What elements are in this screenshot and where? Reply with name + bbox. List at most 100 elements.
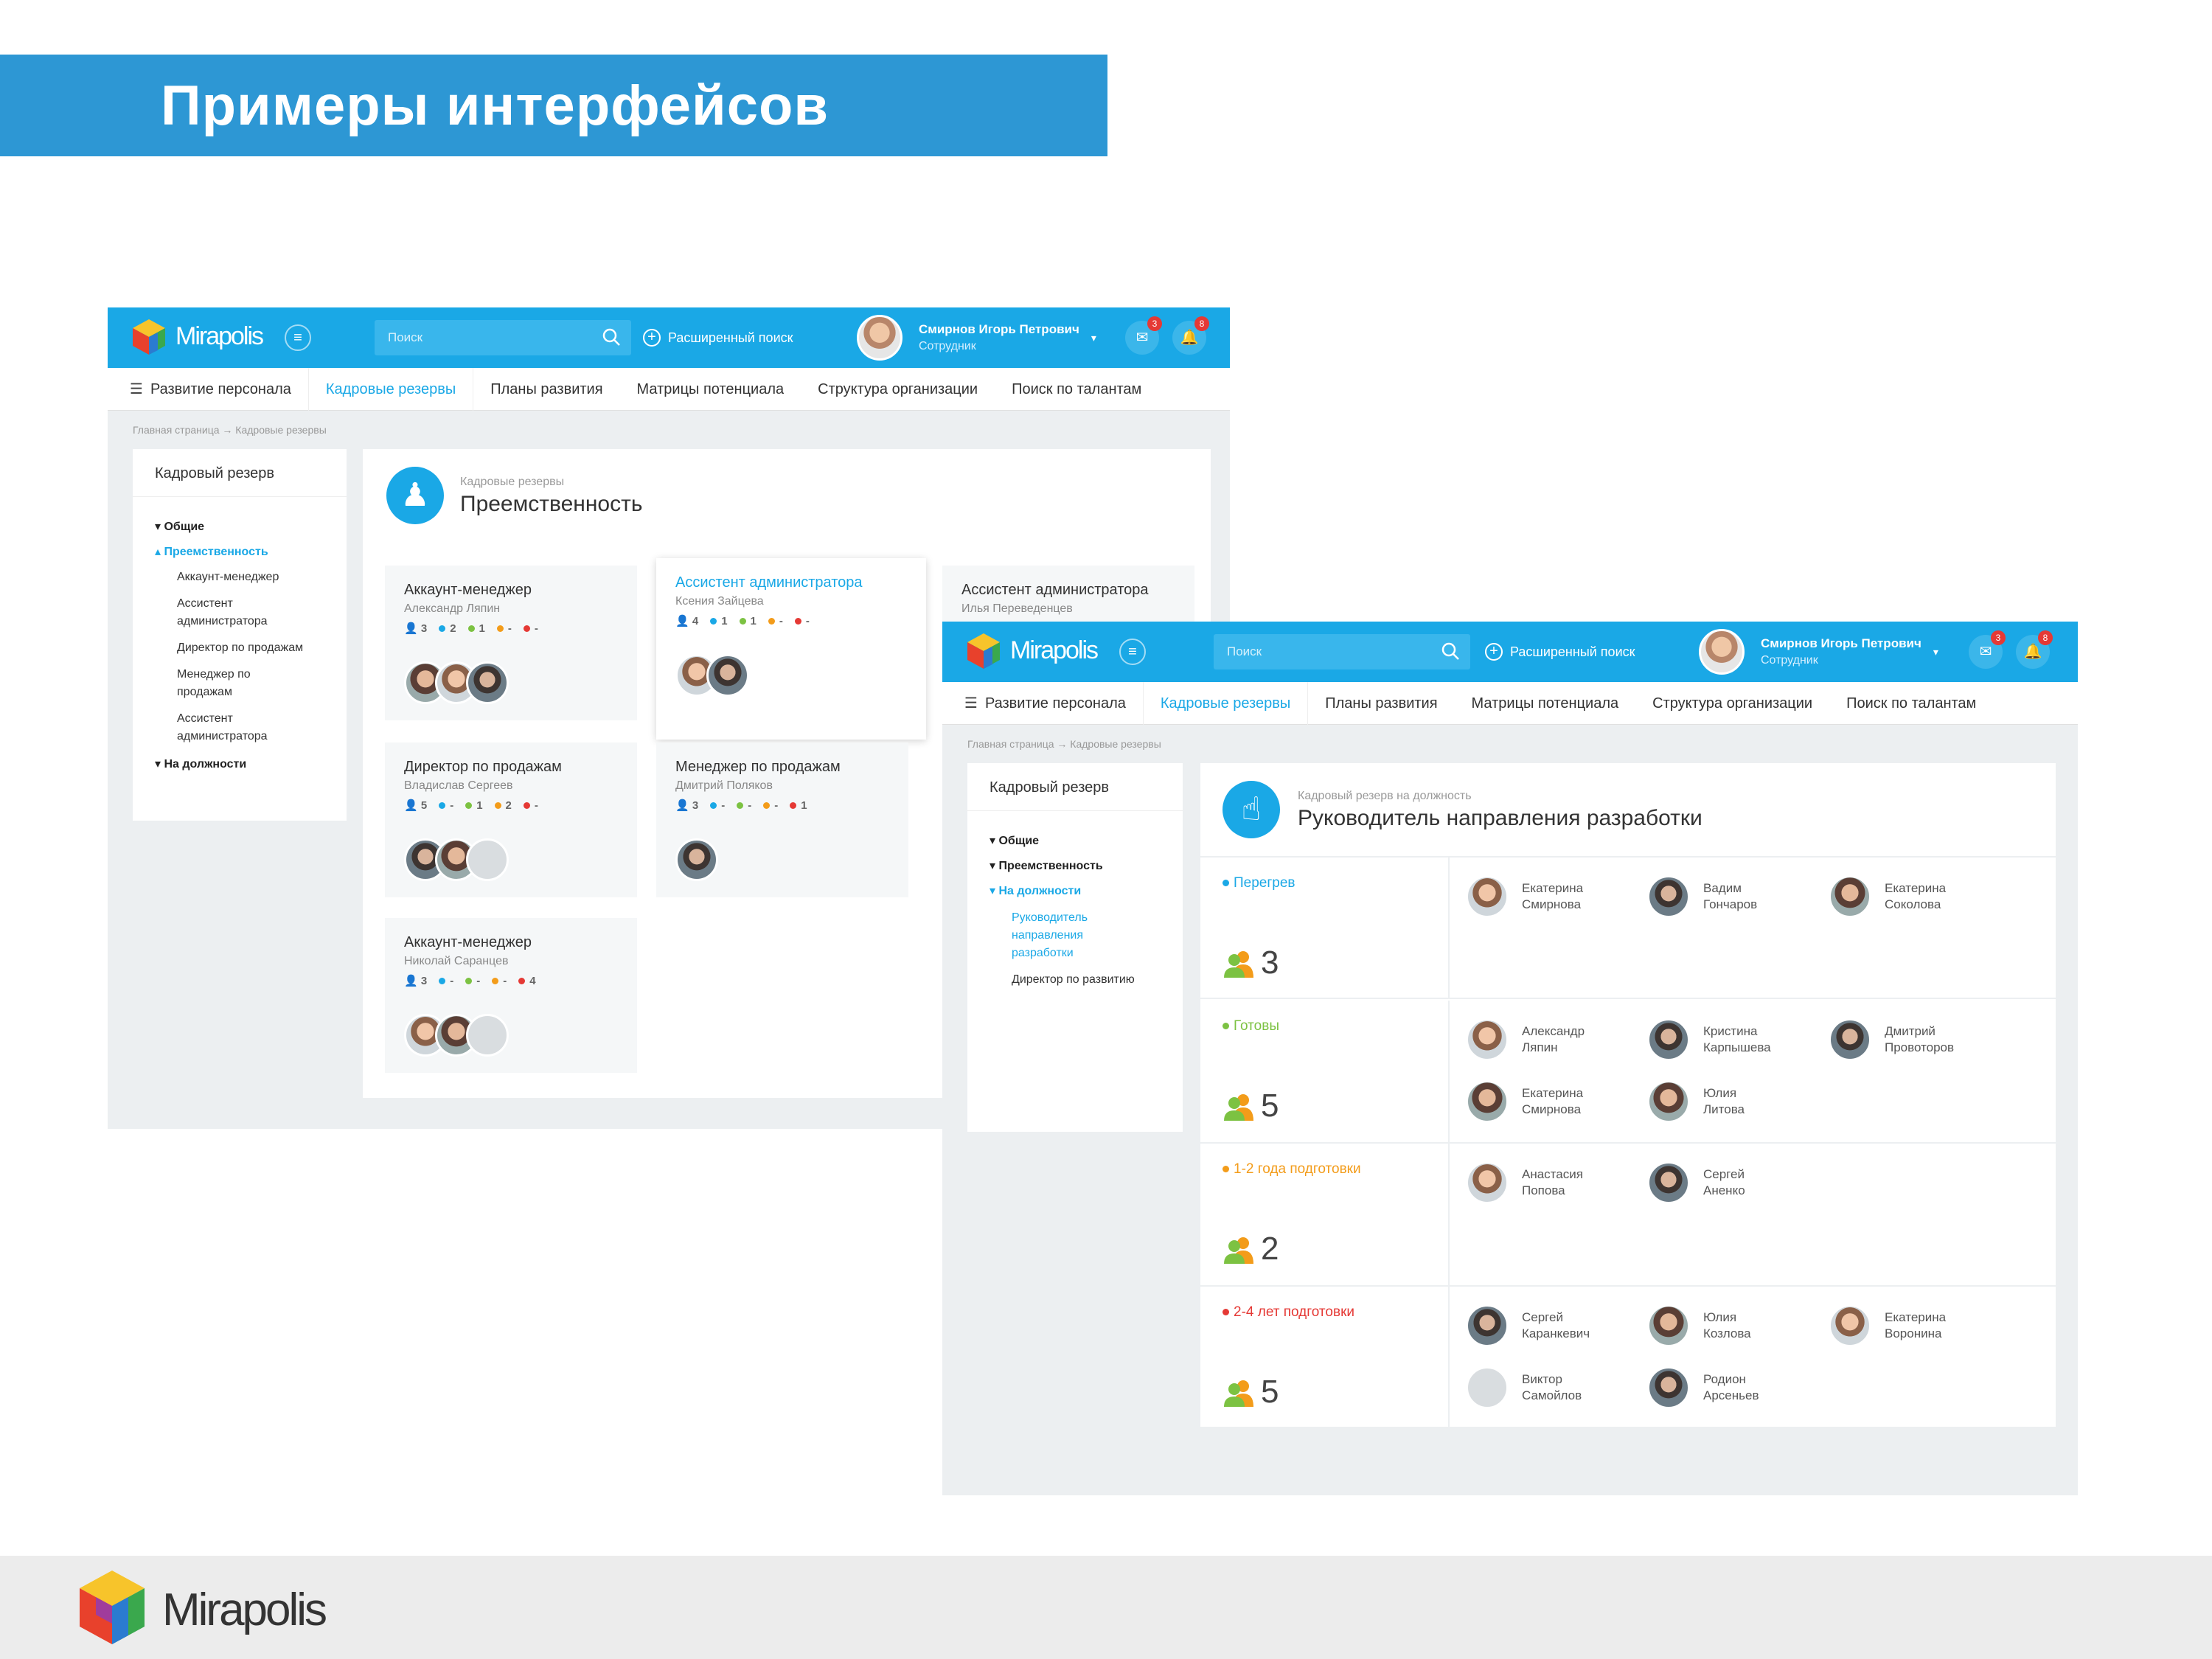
card-avatars: [675, 654, 749, 697]
nav-talents[interactable]: Поиск по талантам: [995, 368, 1158, 411]
candidate-name: Дмитрий Провоторов: [1885, 1024, 1955, 1054]
search-input[interactable]: Поиск: [375, 320, 631, 355]
menu-icon[interactable]: ≡: [285, 324, 311, 351]
candidate[interactable]: Екатерина Смирнова: [1466, 875, 1603, 918]
main-nav: ☰ Развитие персонала Кадровые резервы Пла…: [942, 681, 2078, 725]
advanced-search-link[interactable]: + Расширенный поиск: [643, 327, 793, 349]
candidate-name: Екатерина Воронина: [1885, 1310, 1947, 1340]
notif-badge: 8: [2038, 630, 2053, 645]
breadcrumb[interactable]: Главная страница → Кадровые резервы: [133, 424, 327, 436]
reserve-card[interactable]: Менеджер по продажам Дмитрий Поляков 👤 3…: [656, 742, 908, 897]
readiness-count: 5: [1222, 1088, 1279, 1124]
readiness-label: 2-4 лет подготовки: [1222, 1304, 1354, 1321]
readiness-count: 2: [1222, 1231, 1279, 1267]
bell-icon[interactable]: 🔔 8: [2016, 630, 2053, 669]
candidate[interactable]: Виктор Самойлов: [1466, 1366, 1596, 1409]
candidate[interactable]: Екатерина Воронина: [1829, 1304, 1966, 1347]
brand-name: Mirapolis: [1010, 636, 1099, 664]
candidate[interactable]: Александр Ляпин: [1466, 1018, 1603, 1061]
reserve-card-selected[interactable]: Ассистент администратора Ксения Зайцева …: [656, 558, 926, 740]
candidate[interactable]: Сергей Каранкевич: [1466, 1304, 1603, 1347]
footer-brand: Mirapolis: [162, 1585, 327, 1635]
nav-dev[interactable]: ☰ Развитие персонала: [108, 368, 308, 411]
sidebar-group-general[interactable]: ▾ Общие: [990, 832, 1039, 850]
nav-reserves[interactable]: Кадровые резервы: [307, 367, 474, 411]
candidate-name: Сергей Аненко: [1703, 1167, 1745, 1197]
card-title: Менеджер по продажам: [675, 759, 841, 775]
header-subtitle: Кадровый резерв на должность: [1298, 790, 1472, 802]
search-icon[interactable]: [1439, 640, 1461, 662]
nav-talents[interactable]: Поиск по талантам: [1829, 682, 1993, 725]
user-menu[interactable]: Смирнов Игорь Петрович Сотрудник ▾: [857, 312, 1096, 364]
sidebar-group-general[interactable]: ▾ Общие: [155, 518, 204, 536]
avatar: [1647, 875, 1690, 918]
reserve-card[interactable]: Аккаунт-менеджер Николай Саранцев 👤 3---…: [385, 918, 637, 1073]
card-title: Ассистент администратора: [961, 582, 1149, 598]
advanced-search-link[interactable]: + Расширенный поиск: [1485, 641, 1635, 663]
nav-dev[interactable]: ☰ Развитие персонала: [942, 682, 1143, 725]
mail-icon[interactable]: ✉ 3: [1969, 630, 2006, 669]
avatar: [1829, 1304, 1871, 1347]
nav-structure[interactable]: Структура организации: [801, 368, 995, 411]
candidate[interactable]: Дмитрий Провоторов: [1829, 1018, 1966, 1061]
avatar: [466, 1014, 509, 1057]
hamburger-icon: ☰: [964, 695, 978, 712]
sidebar-item-assistant-2[interactable]: Ассистент администратора: [177, 710, 302, 745]
candidate[interactable]: Екатерина Соколова: [1829, 875, 1966, 918]
sidebar-item-dev-lead[interactable]: Руководитель направления разработки: [1012, 909, 1115, 962]
people-icon: [1224, 1237, 1253, 1264]
sidebar-group-positions[interactable]: ▾ На должности: [990, 883, 1081, 900]
readiness-label: Перегрев: [1222, 875, 1295, 891]
advanced-search-label: Расширенный поиск: [668, 330, 793, 345]
nav-dev-label: Развитие персонала: [984, 695, 1126, 712]
candidate[interactable]: Сергей Аненко: [1647, 1161, 1762, 1204]
candidate-name: Сергей Каранкевич: [1522, 1310, 1590, 1340]
bell-icon[interactable]: 🔔 8: [1172, 316, 1209, 355]
sidebar-item-sales-director[interactable]: Директор по продажам: [177, 639, 347, 657]
header-subtitle: Кадровые резервы: [460, 476, 565, 488]
app-header: Mirapolis ≡ Поиск + Расширенный поиск Сми…: [942, 622, 2078, 682]
divider: [967, 810, 1183, 811]
candidate[interactable]: Вадим Гончаров: [1647, 875, 1777, 918]
sidebar-group-succession[interactable]: ▴ Преемственность: [155, 543, 268, 561]
app-window-position-reserve: Mirapolis ≡ Поиск + Расширенный поиск Сми…: [942, 622, 2078, 1495]
avatar: [1647, 1304, 1690, 1347]
candidate[interactable]: Юлия Литова: [1647, 1080, 1762, 1123]
sidebar-succession-label: Преемственность: [164, 546, 268, 558]
nav-matrix[interactable]: Матрицы потенциала: [620, 368, 801, 411]
avatar: [1466, 1018, 1509, 1061]
sidebar-item-sales-manager[interactable]: Менеджер по продажам: [177, 666, 280, 701]
nav-plans[interactable]: Планы развития: [473, 368, 619, 411]
candidate[interactable]: Анастасия Попова: [1466, 1161, 1603, 1204]
sidebar-item-assistant[interactable]: Ассистент администратора: [177, 595, 302, 630]
nav-reserves[interactable]: Кадровые резервы: [1142, 681, 1309, 725]
avatar: [1647, 1018, 1690, 1061]
reserve-card[interactable]: Аккаунт-менеджер Александр Ляпин 👤 321--: [385, 566, 637, 720]
sidebar: Кадровый резерв ▾ Общие ▴ Преемственност…: [133, 449, 347, 821]
sidebar-title: Кадровый резерв: [990, 779, 1110, 796]
sidebar-item-dev-director[interactable]: Директор по развитию: [1012, 971, 1181, 989]
sidebar-group-succession[interactable]: ▾ Преемственность: [990, 858, 1103, 875]
candidate[interactable]: Юлия Козлова: [1647, 1304, 1762, 1347]
sidebar-general-label: Общие: [998, 835, 1040, 847]
user-name: Смирнов Игорь Петрович: [919, 322, 1079, 336]
candidate[interactable]: Родион Арсеньев: [1647, 1366, 1777, 1409]
reserve-card[interactable]: Директор по продажам Владислав Сергеев 👤…: [385, 742, 637, 897]
nav-matrix[interactable]: Матрицы потенциала: [1455, 682, 1636, 725]
menu-icon[interactable]: ≡: [1119, 639, 1146, 665]
page-title: Преемственность: [460, 492, 643, 516]
mail-icon[interactable]: ✉ 3: [1125, 316, 1162, 355]
candidate[interactable]: Екатерина Смирнова: [1466, 1080, 1603, 1123]
candidate[interactable]: Кристина Карпышева: [1647, 1018, 1784, 1061]
search-input[interactable]: Поиск: [1214, 634, 1470, 669]
search-icon[interactable]: [600, 326, 622, 348]
user-menu[interactable]: Смирнов Игорь Петрович Сотрудник ▾: [1699, 626, 1938, 678]
card-title: Аккаунт-менеджер: [404, 582, 532, 598]
nav-structure[interactable]: Структура организации: [1635, 682, 1829, 725]
readiness-row: Перегрев 3 Екатерина Смирнова Вадим Гонч…: [1200, 856, 2056, 999]
nav-plans[interactable]: Планы развития: [1308, 682, 1454, 725]
sidebar-group-positions[interactable]: ▾ На должности: [155, 756, 246, 773]
breadcrumb[interactable]: Главная страница → Кадровые резервы: [967, 738, 1161, 750]
sidebar-item-account[interactable]: Аккаунт-менеджер: [177, 568, 332, 586]
avatar: [1466, 1161, 1509, 1204]
